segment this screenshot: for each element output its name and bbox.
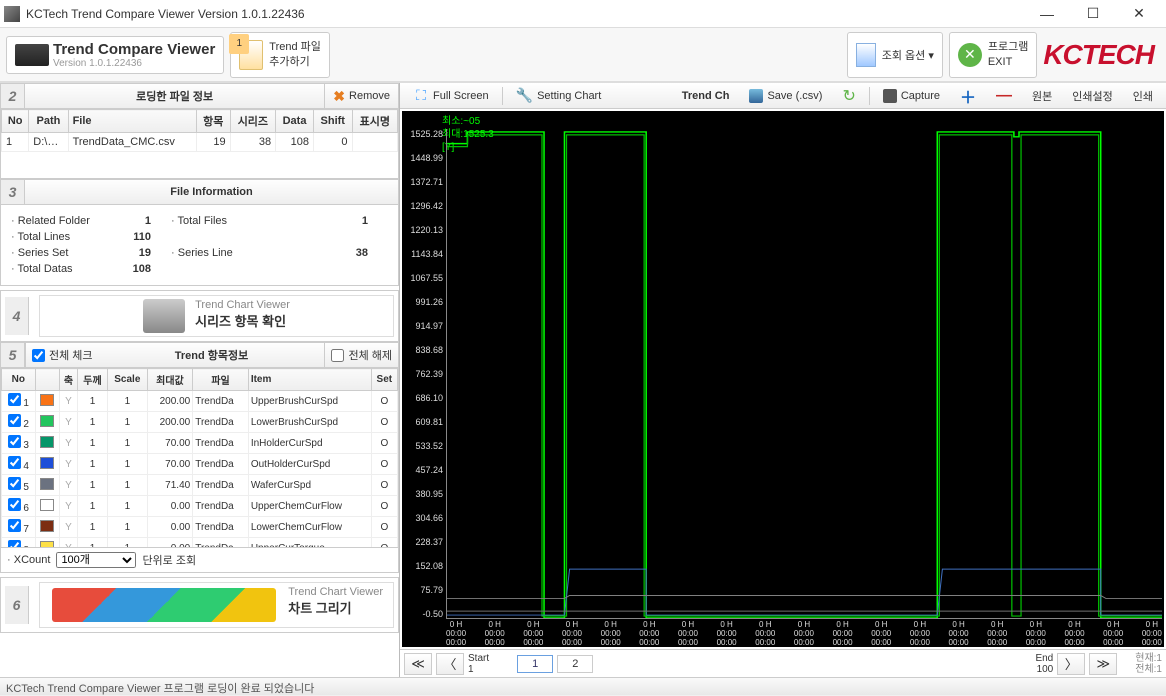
app-title: Trend Compare Viewer xyxy=(53,41,215,58)
section-3-title: File Information xyxy=(25,186,398,198)
plot-area xyxy=(446,129,1162,619)
header-toolbar: Trend Compare Viewer Version 1.0.1.22436… xyxy=(0,28,1166,82)
section-4-panel: 4 Trend Chart Viewer 시리즈 항목 확인 xyxy=(0,290,399,342)
print-button[interactable]: 인쇄 xyxy=(1124,85,1162,107)
window-title: KCTech Trend Compare Viewer Version 1.0.… xyxy=(26,7,1024,21)
page-start-label: Start1 xyxy=(468,653,489,675)
reload-button[interactable]: ↻ xyxy=(833,85,864,107)
section-2-header: 2 로딩한 파일 정보 ✖ Remove xyxy=(0,83,399,109)
titlebar: KCTech Trend Compare Viewer Version 1.0.… xyxy=(0,0,1166,28)
section-number-4: 4 xyxy=(5,297,29,335)
print-setting-button[interactable]: 인쇄설정 xyxy=(1063,85,1121,107)
section-number-5: 5 xyxy=(1,343,25,367)
check-all-checkbox[interactable]: 전체 체크 xyxy=(25,343,99,367)
pager-bar: ≪ 〈 Start1 1 2 End100 〉 ≫ 현재:1전체:1 xyxy=(400,649,1166,677)
setting-chart-button[interactable]: 🔧 Setting Chart xyxy=(507,85,611,107)
draw-chart-button[interactable]: Trend Chart Viewer 차트 그리기 xyxy=(39,582,394,628)
confirm-series-button[interactable]: Trend Chart Viewer 시리즈 항목 확인 xyxy=(39,295,394,337)
remove-button[interactable]: ✖ Remove xyxy=(324,84,398,108)
table-row[interactable]: 5 Y11 71.40TrendDa WaferCurSpdO xyxy=(2,475,398,496)
section-3-header: 3 File Information xyxy=(0,179,399,205)
table-row[interactable]: 3 Y11 70.00TrendDa InHolderCurSpdO xyxy=(2,433,398,454)
loaded-files-table: No Path File 항목 시리즈 Data Shift 표시명 1 D:\… xyxy=(1,109,398,152)
badge-number: 1 xyxy=(229,34,249,54)
exit-icon: ✕ xyxy=(958,43,982,67)
section-5-title: Trend 항목정보 xyxy=(99,347,325,363)
maximize-button[interactable]: ☐ xyxy=(1070,0,1116,28)
x-axis: 0 H 00:00 00:000 H 00:00 00:000 H 00:00 … xyxy=(446,621,1162,647)
page-1-button[interactable]: 1 xyxy=(517,655,553,673)
minus-icon: — xyxy=(996,87,1012,105)
refresh-icon: ↻ xyxy=(842,86,855,106)
y-axis: 1525.281448.991372.711296.421220.131143.… xyxy=(402,129,446,619)
section-2-title: 로딩한 파일 정보 xyxy=(25,88,324,104)
close-button[interactable]: ✕ xyxy=(1116,0,1162,28)
chart-toolbar: ⛶ Full Screen 🔧 Setting Chart Trend Ch S… xyxy=(400,83,1166,109)
status-bar: KCTech Trend Compare Viewer 프로그램 로딩이 완료 … xyxy=(0,677,1166,695)
section-number-2: 2 xyxy=(1,84,25,108)
section-6-panel: 6 Trend Chart Viewer 차트 그리기 xyxy=(0,577,399,633)
fullscreen-icon: ⛶ xyxy=(413,88,429,104)
page-end-label: End100 xyxy=(1035,653,1053,675)
section-number-3: 3 xyxy=(1,180,25,204)
section-5-header: 5 전체 체크 Trend 항목정보 전체 해제 xyxy=(0,342,399,368)
app-icon xyxy=(4,6,20,22)
plus-icon: ＋ xyxy=(960,84,976,108)
table-row[interactable]: 7 Y11 0.00TrendDa LowerChemCurFlowO xyxy=(2,517,398,538)
add-trend-file-button[interactable]: 1 Trend 파일 추가하기 xyxy=(230,32,330,78)
trend-ch-label: Trend Ch xyxy=(673,85,739,107)
page-last-button[interactable]: ≫ xyxy=(1089,653,1117,675)
chart-svg xyxy=(447,129,1162,618)
camera-icon xyxy=(883,89,897,103)
disk-icon xyxy=(749,89,763,103)
minimize-button[interactable]: — xyxy=(1024,0,1070,28)
kctech-logo: KCTECH xyxy=(1043,39,1154,71)
page-next-button[interactable]: 〉 xyxy=(1057,653,1085,675)
zoom-in-button[interactable]: ＋ xyxy=(951,85,985,107)
page-counter: 현재:1전체:1 xyxy=(1135,653,1162,675)
xcount-bar: XCount 100개 단위로 조회 xyxy=(0,548,399,573)
zoom-out-button[interactable]: — xyxy=(987,85,1021,107)
page-prev-button[interactable]: 〈 xyxy=(436,653,464,675)
fullscreen-button[interactable]: ⛶ Full Screen xyxy=(404,85,498,107)
table-row[interactable]: 8 Y11 0.00TrendDa UpperCurTorqueO xyxy=(2,538,398,549)
series-table: No축 두께Scale 최대값파일 ItemSet 1 Y11 200.00Tr… xyxy=(1,368,398,548)
uncheck-all-checkbox[interactable]: 전체 해제 xyxy=(324,343,398,367)
view-option-button[interactable]: 조회 옵션 ▾ xyxy=(847,32,943,78)
page-first-button[interactable]: ≪ xyxy=(404,653,432,675)
xcount-select[interactable]: 100개 xyxy=(56,552,136,568)
page-2-button[interactable]: 2 xyxy=(557,655,593,673)
wrench-icon: 🔧 xyxy=(516,87,533,104)
chart-area[interactable]: 최소:~05 최대:1525.3 [Y] 1525.281448.991372.… xyxy=(402,111,1164,647)
original-button[interactable]: 원본 xyxy=(1023,85,1061,107)
remove-icon: ✖ xyxy=(333,88,345,105)
app-version: Version 1.0.1.22436 xyxy=(53,58,215,69)
file-information-panel: Related Folder 1 Total Files 1 Total Lin… xyxy=(0,205,399,286)
waveform-icon xyxy=(15,44,49,66)
chart-icon xyxy=(52,588,276,622)
server-icon xyxy=(143,299,185,333)
document-icon xyxy=(856,43,876,67)
table-row[interactable]: 2 Y11 200.00TrendDa LowerBrushCurSpdO xyxy=(2,412,398,433)
app-title-block: Trend Compare Viewer Version 1.0.1.22436 xyxy=(6,36,224,74)
table-row[interactable]: 6 Y11 0.00TrendDa UpperChemCurFlowO xyxy=(2,496,398,517)
save-csv-button[interactable]: Save (.csv) xyxy=(740,85,831,107)
exit-button[interactable]: ✕ 프로그램 EXIT xyxy=(949,32,1037,78)
capture-button[interactable]: Capture xyxy=(874,85,949,107)
table-row[interactable]: 1 Y11 200.00TrendDa UpperBrushCurSpdO xyxy=(2,391,398,412)
table-row[interactable]: 4 Y11 70.00TrendDa OutHolderCurSpdO xyxy=(2,454,398,475)
section-number-6: 6 xyxy=(5,586,29,624)
table-row[interactable]: 1 D:\… TrendData_CMC.csv 19 38 108 0 xyxy=(2,133,398,152)
